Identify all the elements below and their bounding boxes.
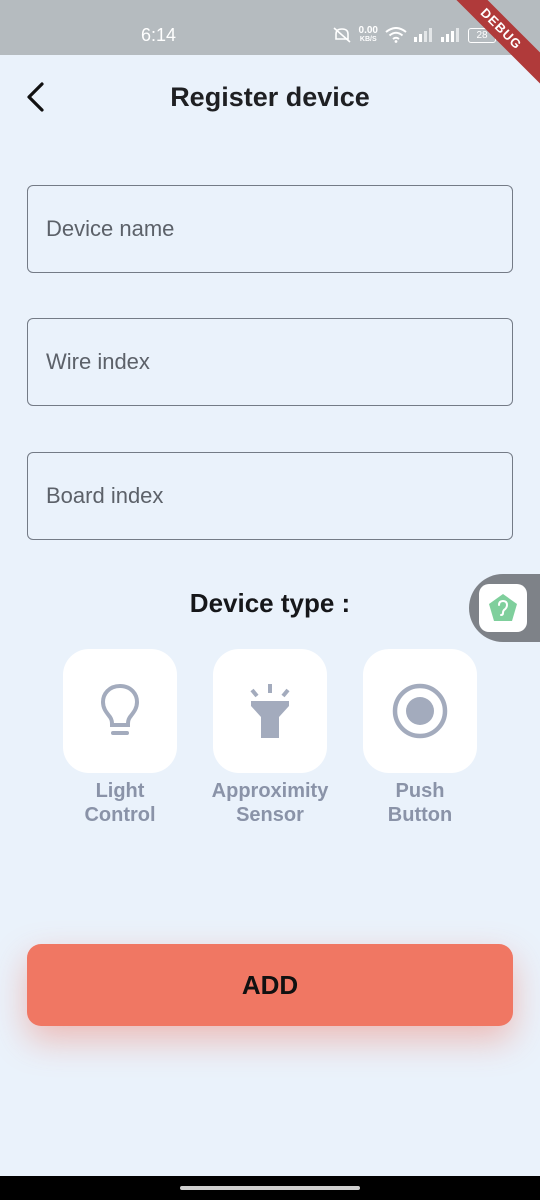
- status-bar: 6:14 0.00 KB/S 28: [0, 0, 540, 55]
- assist-bubble-inner[interactable]: [479, 584, 527, 632]
- wire-index-field[interactable]: [27, 318, 513, 406]
- board-index-input[interactable]: [28, 453, 512, 539]
- network-speed-value: 0.00: [358, 25, 378, 36]
- board-index-field[interactable]: [27, 452, 513, 540]
- label-line-1: Push: [395, 780, 445, 802]
- device-type-label: Device type :: [189, 588, 351, 618]
- home-indicator[interactable]: [180, 1186, 360, 1190]
- flashlight-icon: [250, 684, 290, 738]
- device-name-input[interactable]: [28, 186, 512, 272]
- status-icons: 0.00 KB/S 28: [332, 24, 499, 46]
- add-button[interactable]: ADD: [27, 944, 513, 1026]
- battery-level: 28: [476, 29, 488, 41]
- device-type-approximity-sensor[interactable]: [213, 649, 327, 773]
- navigation-bar: [0, 1176, 540, 1200]
- label-line-2: Button: [387, 804, 453, 826]
- radio-button-icon: [392, 683, 448, 739]
- label-line-2: Sensor: [236, 804, 304, 826]
- lightbulb-icon: [100, 683, 140, 735]
- label-line-2: Control: [84, 804, 156, 826]
- label-line-1: Light: [95, 780, 145, 802]
- hearing-icon: [489, 594, 517, 621]
- network-speed: 0.00 KB/S: [359, 26, 378, 44]
- wifi-icon: [385, 27, 407, 43]
- network-speed-unit: KB/S: [359, 36, 377, 43]
- device-type-light-control[interactable]: [63, 649, 177, 773]
- floating-assist-bubble[interactable]: [469, 574, 540, 642]
- signal-icon: [414, 28, 432, 42]
- device-name-field[interactable]: [27, 185, 513, 273]
- device-type-light-control-label: Light Control: [45, 779, 195, 827]
- device-type-push-button-label: Push Button: [345, 779, 495, 827]
- signal-icon-2: [441, 28, 459, 42]
- device-type-push-button[interactable]: [363, 649, 477, 773]
- device-type-approximity-sensor-label: Approximity Sensor: [195, 779, 345, 827]
- page-title: Register device: [170, 82, 370, 112]
- status-time: 6:14: [141, 25, 177, 45]
- label-line-1: Approximity: [211, 780, 329, 802]
- mute-icon: [333, 27, 351, 43]
- wire-index-input[interactable]: [28, 319, 512, 405]
